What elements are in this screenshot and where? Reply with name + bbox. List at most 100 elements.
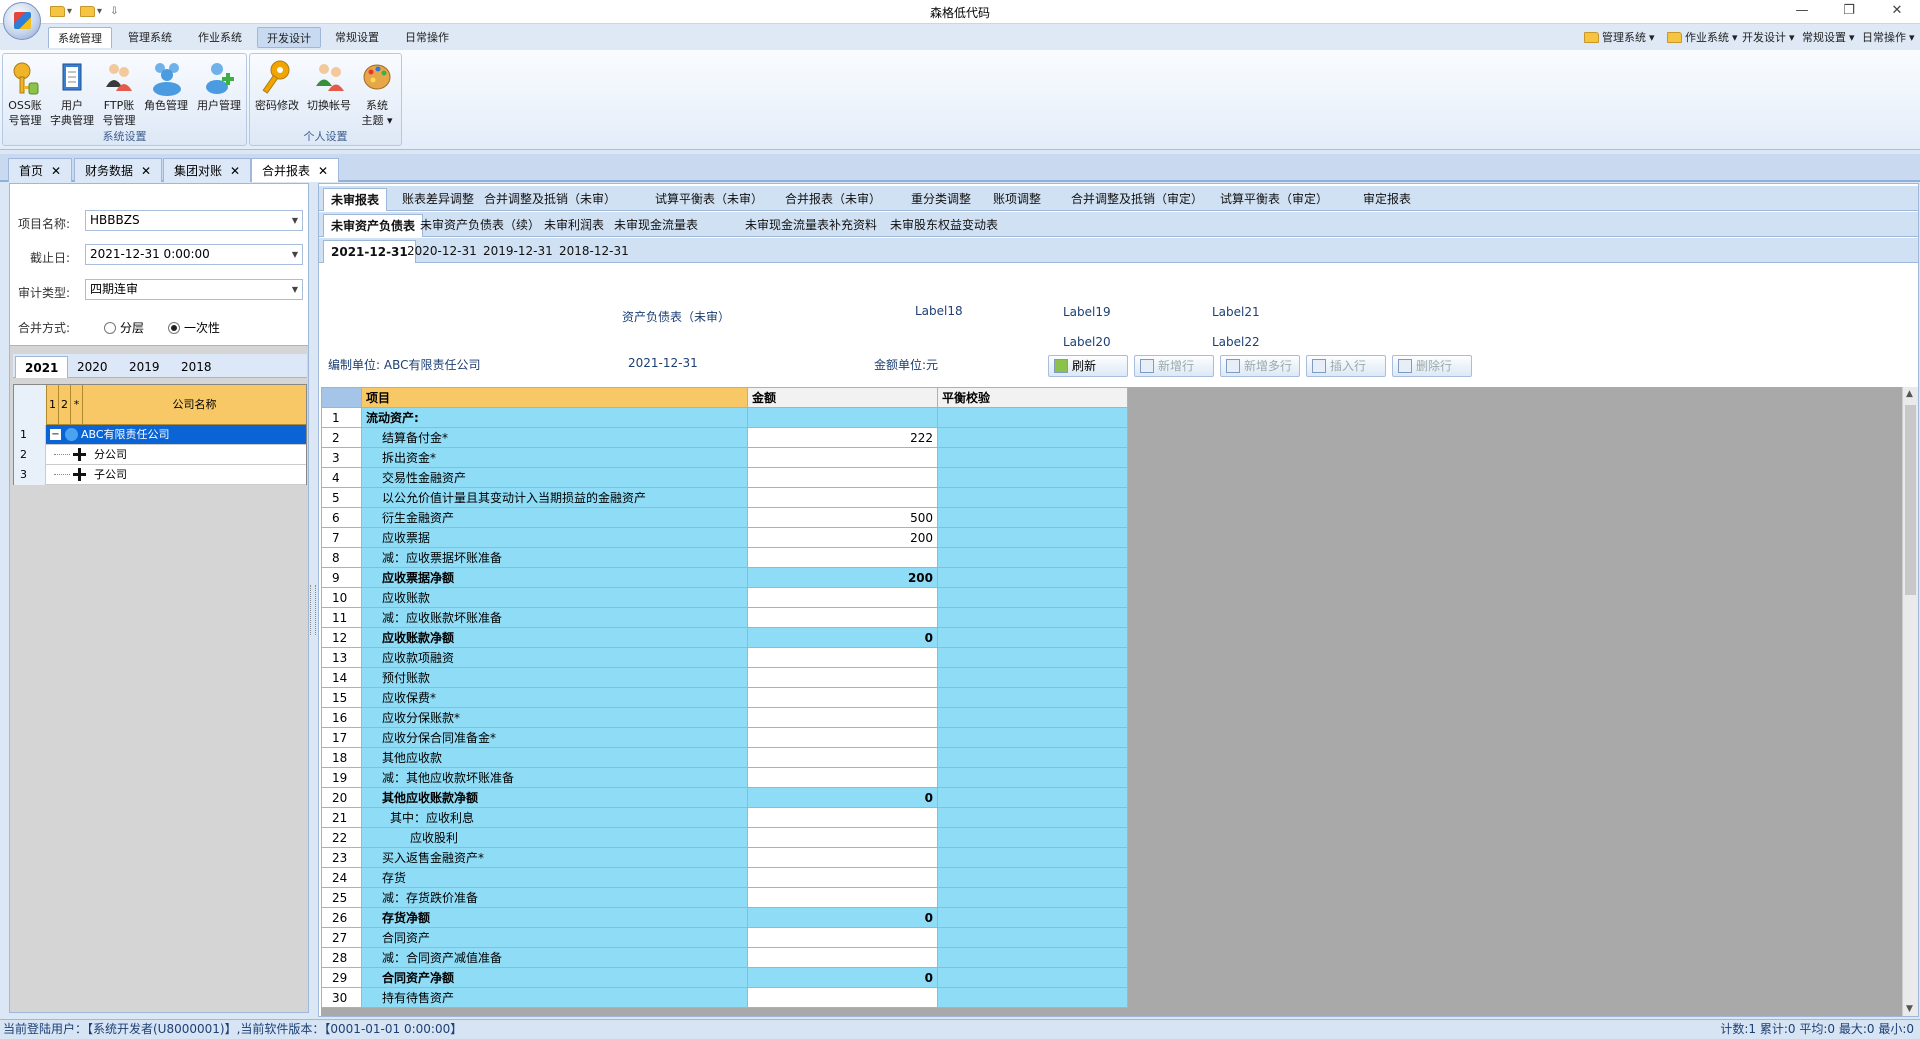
amount-cell[interactable] bbox=[747, 987, 938, 1008]
item-cell[interactable]: 持有待售资产 bbox=[361, 987, 748, 1008]
amount-cell[interactable] bbox=[747, 487, 938, 508]
item-cell[interactable]: 以公允价值计量且其变动计入当期损益的金融资产 bbox=[361, 487, 748, 508]
tree-row[interactable]: 2 分公司 bbox=[14, 445, 306, 465]
switch-account-button[interactable]: 切换帐号 bbox=[305, 59, 353, 113]
vertical-scrollbar[interactable]: ▲ ▼ bbox=[1902, 387, 1918, 1016]
row-number[interactable]: 3 bbox=[321, 447, 362, 468]
quick-menu-general-settings[interactable]: 常规设置 ▾ bbox=[1802, 29, 1855, 45]
amount-cell[interactable] bbox=[747, 767, 938, 788]
ribbon-tab-work-system[interactable]: 作业系统 bbox=[189, 27, 251, 48]
balance-check-cell[interactable] bbox=[937, 887, 1128, 908]
doc-tab-consolidated-report[interactable]: 合并报表 ✕ bbox=[251, 158, 340, 182]
date-picker[interactable]: 2021-12-31 0:00:00 ▼ bbox=[85, 244, 303, 265]
item-cell[interactable]: 买入返售金融资产* bbox=[361, 847, 748, 868]
grid-row[interactable]: 25 减：存货跌价准备 bbox=[321, 887, 1128, 908]
balance-check-cell[interactable] bbox=[937, 527, 1128, 548]
amount-cell[interactable]: 0 bbox=[747, 787, 938, 808]
amount-cell[interactable] bbox=[747, 687, 938, 708]
grid-row[interactable]: 19 减：其他应收款坏账准备 bbox=[321, 767, 1128, 788]
grid-row[interactable]: 18 其他应收款 bbox=[321, 747, 1128, 768]
balance-check-cell[interactable] bbox=[937, 787, 1128, 808]
row-number[interactable]: 23 bbox=[321, 847, 362, 868]
scroll-down-icon[interactable]: ▼ bbox=[1906, 1004, 1913, 1014]
close-icon[interactable]: ✕ bbox=[318, 164, 328, 178]
balance-check-cell[interactable] bbox=[937, 867, 1128, 888]
row-number[interactable]: 22 bbox=[321, 827, 362, 848]
item-cell[interactable]: 合同资产净额 bbox=[361, 967, 748, 988]
balance-check-cell[interactable] bbox=[937, 607, 1128, 628]
amount-cell[interactable]: 0 bbox=[747, 907, 938, 928]
item-cell[interactable]: 减：应收票据坏账准备 bbox=[361, 547, 748, 568]
balance-check-cell[interactable] bbox=[937, 427, 1128, 448]
balance-check-cell[interactable] bbox=[937, 947, 1128, 968]
item-cell[interactable]: 应收分保合同准备金* bbox=[361, 727, 748, 748]
grid-row[interactable]: 20 其他应收账款净额 0 bbox=[321, 787, 1128, 808]
grid-row[interactable]: 9 应收票据净额 200 bbox=[321, 567, 1128, 588]
amount-cell[interactable] bbox=[747, 667, 938, 688]
user-management-button[interactable]: 用户管理 bbox=[195, 59, 243, 113]
tab-report-type-2[interactable]: 合并调整及抵销（未审） bbox=[477, 188, 623, 211]
tab-report-type-0[interactable]: 未审报表 bbox=[323, 188, 388, 211]
insert-row-button[interactable]: 插入行 bbox=[1306, 355, 1386, 377]
row-number[interactable]: 28 bbox=[321, 947, 362, 968]
balance-check-cell[interactable] bbox=[937, 627, 1128, 648]
amount-cell[interactable]: 0 bbox=[747, 627, 938, 648]
amount-cell[interactable] bbox=[747, 847, 938, 868]
grid-row[interactable]: 17 应收分保合同准备金* bbox=[321, 727, 1128, 748]
doc-tab-group-reconciliation[interactable]: 集团对账 ✕ bbox=[163, 158, 252, 182]
grid-row[interactable]: 28 减：合同资产减值准备 bbox=[321, 947, 1128, 968]
delete-row-button[interactable]: 删除行 bbox=[1392, 355, 1472, 377]
balance-check-cell[interactable] bbox=[937, 487, 1128, 508]
tab-statement-0[interactable]: 未审资产负债表 bbox=[323, 214, 424, 237]
row-number[interactable]: 17 bbox=[321, 727, 362, 748]
tree-header-star[interactable]: * bbox=[71, 385, 83, 425]
balance-check-cell[interactable] bbox=[937, 407, 1128, 428]
tree-header-level1[interactable]: 1 bbox=[47, 385, 59, 425]
tab-report-type-7[interactable]: 合并调整及抵销（审定） bbox=[1064, 188, 1210, 211]
quick-menu-management-system[interactable]: 管理系统 ▾ bbox=[1584, 29, 1655, 45]
merge-once-radio[interactable]: 一次性 bbox=[168, 319, 220, 336]
ribbon-tab-management-system[interactable]: 管理系统 bbox=[119, 27, 181, 48]
item-cell[interactable]: 应收保费* bbox=[361, 687, 748, 708]
project-select[interactable]: HBBBZS ▼ bbox=[85, 210, 303, 231]
amount-cell[interactable] bbox=[747, 727, 938, 748]
balance-check-cell[interactable] bbox=[937, 987, 1128, 1008]
tab-period-3[interactable]: 2018-12-31 bbox=[552, 240, 636, 263]
grid-row[interactable]: 13 应收款项融资 bbox=[321, 647, 1128, 668]
grid-row[interactable]: 1 流动资产: bbox=[321, 407, 1128, 428]
merge-layered-radio[interactable]: 分层 bbox=[104, 319, 144, 336]
item-cell[interactable]: 存货 bbox=[361, 867, 748, 888]
row-number[interactable]: 12 bbox=[321, 627, 362, 648]
balance-check-cell[interactable] bbox=[937, 807, 1128, 828]
tab-report-type-4[interactable]: 合并报表（未审） bbox=[778, 188, 888, 211]
item-cell[interactable]: 应收股利 bbox=[361, 827, 748, 848]
grid-row[interactable]: 14 预付账款 bbox=[321, 667, 1128, 688]
row-number[interactable]: 14 bbox=[321, 667, 362, 688]
tree-row[interactable]: 3 子公司 bbox=[14, 465, 306, 485]
balance-check-cell[interactable] bbox=[937, 767, 1128, 788]
tab-report-type-5[interactable]: 重分类调整 bbox=[904, 188, 978, 211]
item-cell[interactable]: 交易性金融资产 bbox=[361, 467, 748, 488]
ribbon-tab-dev-design[interactable]: 开发设计 bbox=[257, 27, 321, 48]
row-number[interactable]: 20 bbox=[321, 787, 362, 808]
item-cell[interactable]: 应收账款 bbox=[361, 587, 748, 608]
grid-row[interactable]: 6 衍生金融资产 500 bbox=[321, 507, 1128, 528]
row-number[interactable]: 10 bbox=[321, 587, 362, 608]
grid-row[interactable]: 5 以公允价值计量且其变动计入当期损益的金融资产 bbox=[321, 487, 1128, 508]
amount-cell[interactable] bbox=[747, 827, 938, 848]
tab-statement-4[interactable]: 未审现金流量表补充资料 bbox=[738, 214, 884, 237]
add-row-button[interactable]: 新增行 bbox=[1134, 355, 1214, 377]
grid-row[interactable]: 12 应收账款净额 0 bbox=[321, 627, 1128, 648]
close-button[interactable]: ✕ bbox=[1886, 2, 1908, 20]
item-cell[interactable]: 结算备付金* bbox=[361, 427, 748, 448]
grid-row[interactable]: 8 减：应收票据坏账准备 bbox=[321, 547, 1128, 568]
row-number[interactable]: 15 bbox=[321, 687, 362, 708]
ribbon-tab-system-management[interactable]: 系统管理 bbox=[48, 27, 112, 48]
balance-check-cell[interactable] bbox=[937, 747, 1128, 768]
amount-cell[interactable] bbox=[747, 807, 938, 828]
balance-check-cell[interactable] bbox=[937, 507, 1128, 528]
audit-type-select[interactable]: 四期连审 ▼ bbox=[85, 279, 303, 300]
row-number[interactable]: 8 bbox=[321, 547, 362, 568]
item-cell[interactable]: 流动资产: bbox=[361, 407, 748, 428]
year-tab-2018[interactable]: 2018 bbox=[172, 356, 221, 378]
